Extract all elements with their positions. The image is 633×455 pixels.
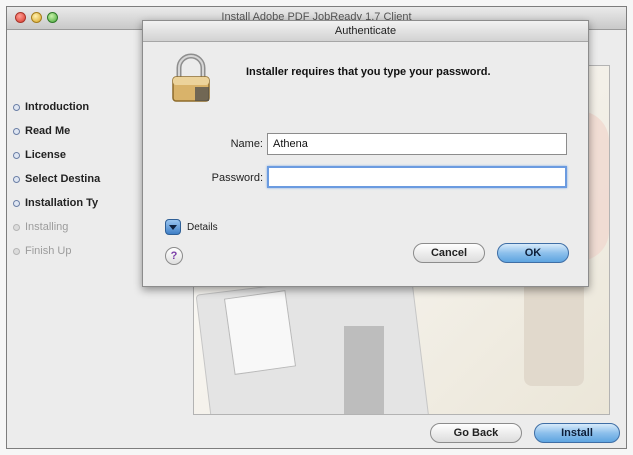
step-label: Finish Up <box>25 245 72 257</box>
step-bullet-icon <box>13 247 20 255</box>
step-select-destination: Select Destina <box>13 167 100 191</box>
step-license: License <box>13 143 100 167</box>
step-bullet-icon <box>13 223 20 231</box>
step-introduction: Introduction <box>13 95 100 119</box>
step-label: Installing <box>25 221 69 233</box>
step-label: Read Me <box>25 125 71 137</box>
background-stand-image <box>344 326 384 414</box>
disclosure-triangle-icon <box>169 224 177 230</box>
details-disclosure-button[interactable] <box>165 219 181 235</box>
step-read-me: Read Me <box>13 119 100 143</box>
step-label: Select Destina <box>25 173 101 185</box>
name-label: Name: <box>230 138 263 150</box>
step-label: License <box>25 149 66 161</box>
ok-button[interactable]: OK <box>497 243 569 263</box>
password-label: Password: <box>211 172 263 184</box>
step-finish-up: Finish Up <box>13 239 100 263</box>
installer-steps: Introduction Read Me License Select Dest… <box>13 95 100 263</box>
help-button[interactable]: ? <box>165 247 183 265</box>
install-button[interactable]: Install <box>534 423 620 443</box>
step-bullet-icon <box>13 103 20 111</box>
dialog-title: Authenticate <box>143 21 588 42</box>
minimize-window-button[interactable] <box>31 12 42 23</box>
authenticate-dialog: Authenticate Installer requires that you… <box>142 20 589 287</box>
name-field[interactable] <box>267 133 567 155</box>
background-screen-image <box>223 290 297 375</box>
step-bullet-icon <box>13 199 20 207</box>
close-window-button[interactable] <box>15 12 26 23</box>
password-field[interactable] <box>267 166 567 188</box>
zoom-window-button[interactable] <box>47 12 58 23</box>
step-bullet-icon <box>13 175 20 183</box>
dialog-prompt: Installer requires that you type your pa… <box>246 66 491 78</box>
go-back-button[interactable]: Go Back <box>430 423 522 443</box>
details-label: Details <box>187 222 218 233</box>
step-bullet-icon <box>13 127 20 135</box>
step-bullet-icon <box>13 151 20 159</box>
lock-icon <box>172 53 210 102</box>
step-label: Introduction <box>25 101 90 113</box>
step-installation-type: Installation Ty <box>13 191 100 215</box>
step-installing: Installing <box>13 215 100 239</box>
step-label: Installation Ty <box>25 197 99 209</box>
cancel-button[interactable]: Cancel <box>413 243 485 263</box>
